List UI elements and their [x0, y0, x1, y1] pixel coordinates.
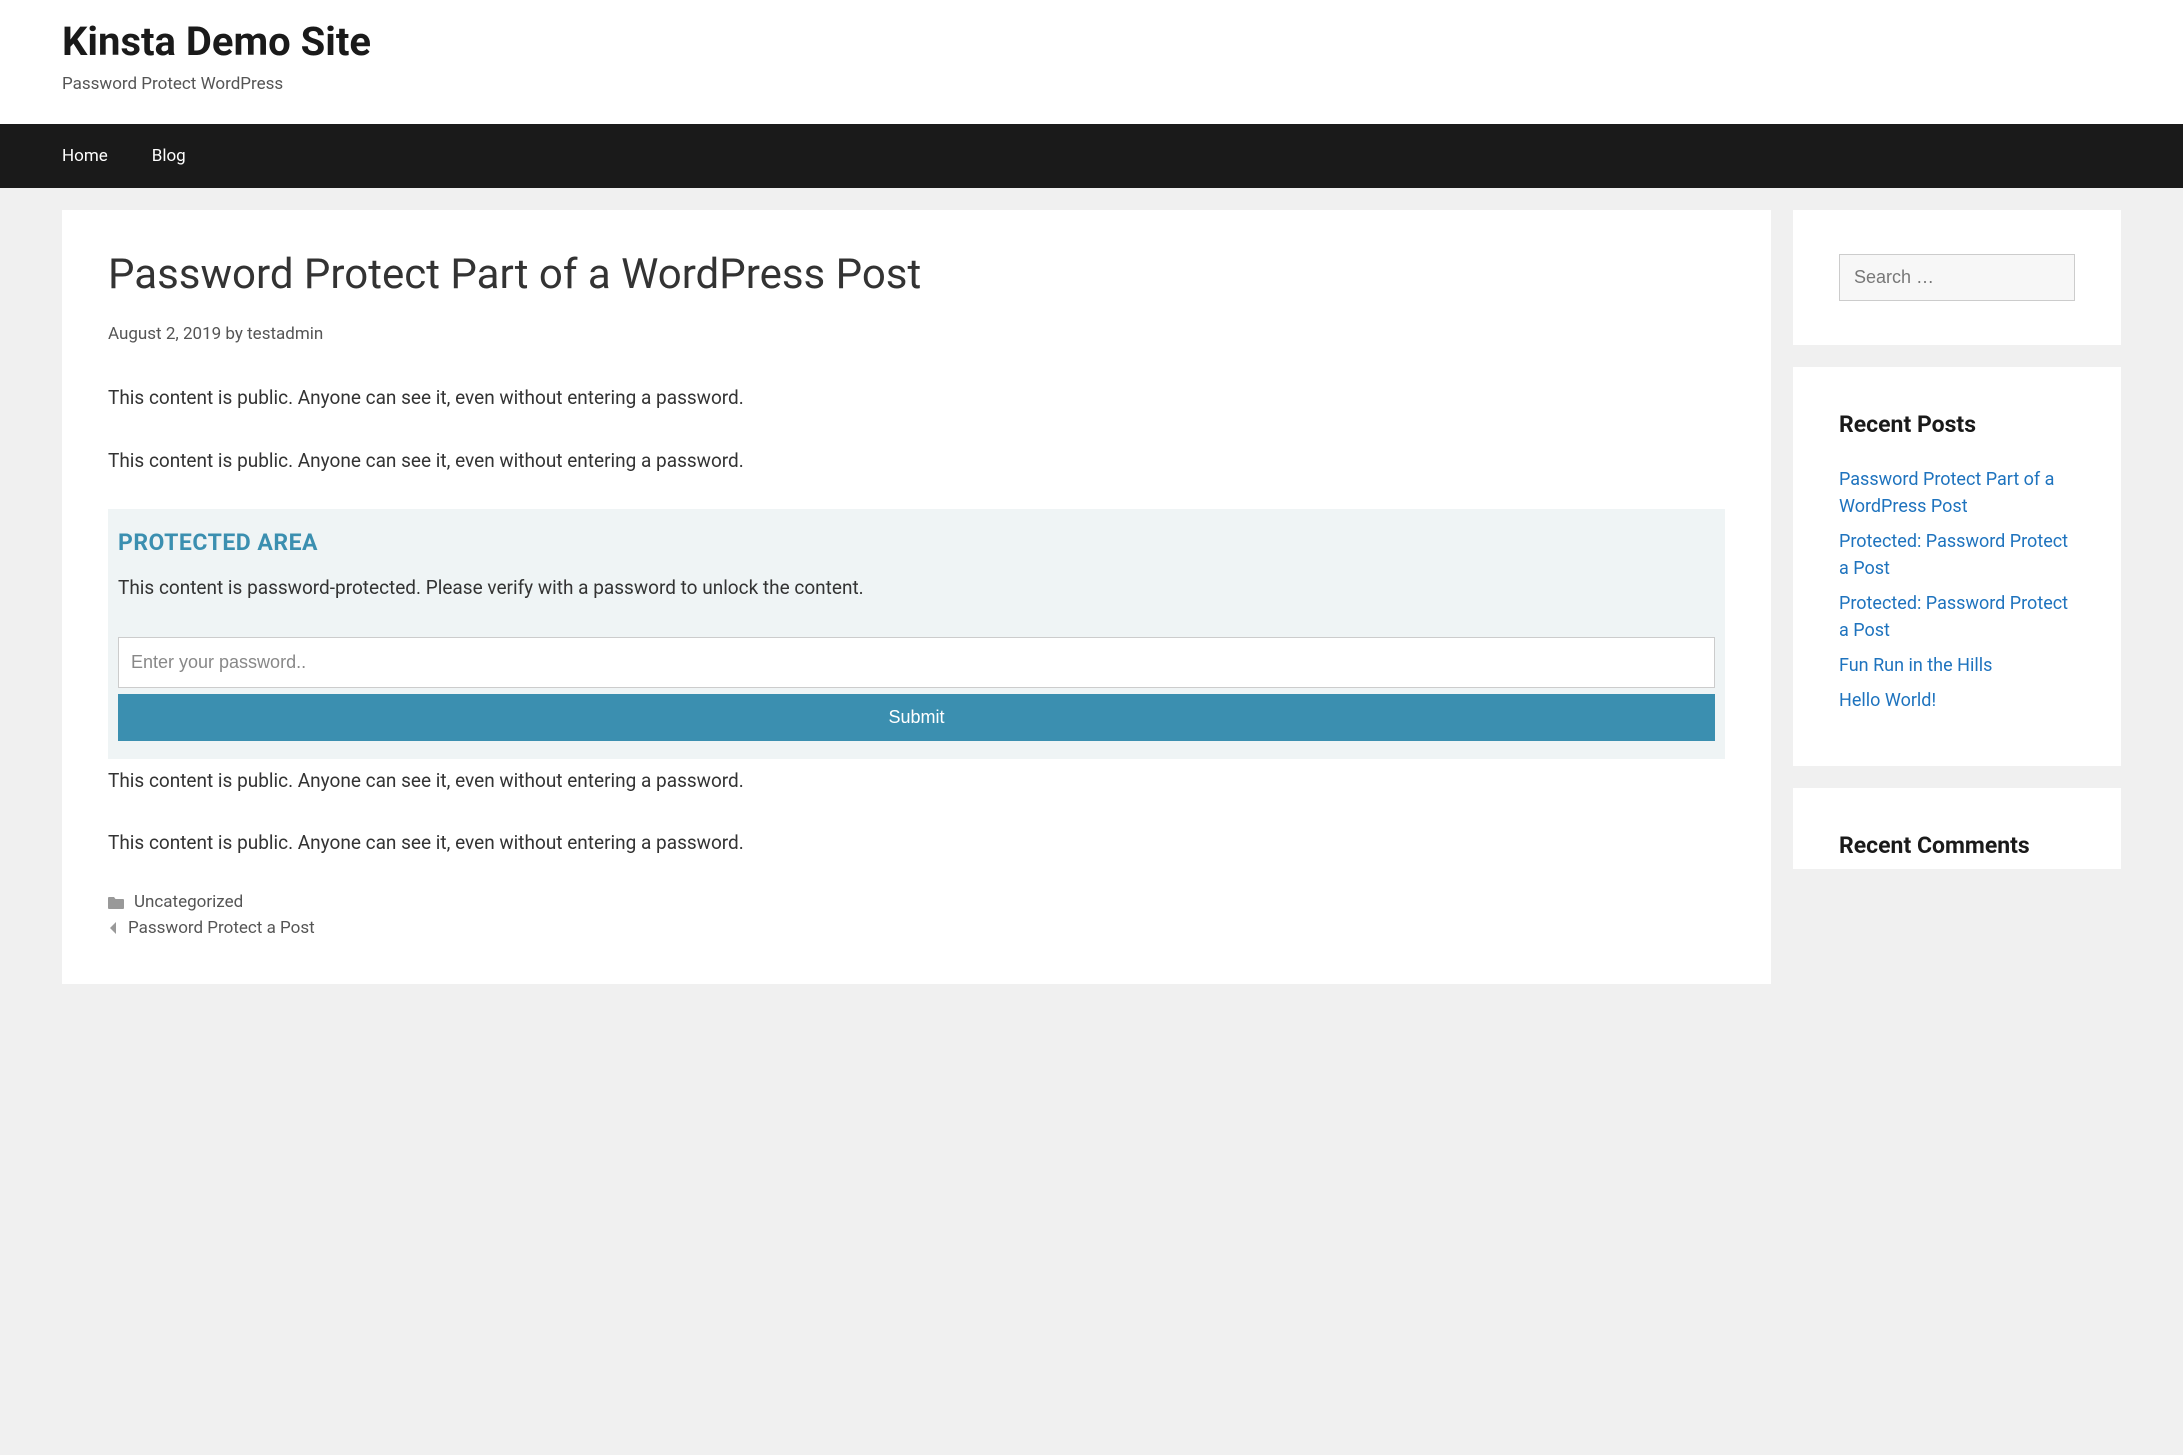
- primary-nav: Home Blog: [0, 124, 2183, 188]
- public-paragraph: This content is public. Anyone can see i…: [108, 384, 1725, 413]
- site-title[interactable]: Kinsta Demo Site: [62, 18, 2121, 66]
- public-paragraph: This content is public. Anyone can see i…: [108, 447, 1725, 476]
- post-author[interactable]: testadmin: [247, 324, 323, 344]
- main-content: Password Protect Part of a WordPress Pos…: [62, 210, 1771, 984]
- site-tagline: Password Protect WordPress: [62, 74, 2121, 94]
- post-meta: August 2, 2019 by testadmin: [108, 324, 1725, 344]
- page-container: Password Protect Part of a WordPress Pos…: [0, 188, 2183, 1006]
- protected-heading: PROTECTED AREA: [118, 529, 1715, 556]
- post-title: Password Protect Part of a WordPress Pos…: [108, 250, 1725, 300]
- recent-post-link[interactable]: Password Protect Part of a WordPress Pos…: [1839, 469, 2054, 517]
- search-input[interactable]: [1839, 254, 2075, 301]
- chevron-left-icon: [108, 921, 118, 935]
- entry-footer: Uncategorized Password Protect a Post: [108, 892, 1725, 938]
- post-date: August 2, 2019: [108, 324, 221, 344]
- protected-area: PROTECTED AREA This content is password-…: [108, 509, 1725, 759]
- recent-comments-title: Recent Comments: [1839, 832, 2075, 859]
- nav-item-blog[interactable]: Blog: [152, 146, 186, 166]
- category-link[interactable]: Uncategorized: [134, 892, 243, 912]
- recent-posts-title: Recent Posts: [1839, 411, 2075, 438]
- sidebar: Recent Posts Password Protect Part of a …: [1793, 210, 2121, 984]
- recent-comments-widget: Recent Comments: [1793, 788, 2121, 869]
- recent-post-link[interactable]: Protected: Password Protect a Post: [1839, 531, 2068, 579]
- protected-message: This content is password-protected. Plea…: [118, 574, 1715, 603]
- folder-icon: [108, 895, 124, 909]
- nav-item-home[interactable]: Home: [62, 146, 108, 166]
- public-paragraph: This content is public. Anyone can see i…: [108, 767, 1725, 796]
- recent-post-link[interactable]: Protected: Password Protect a Post: [1839, 593, 2068, 641]
- site-header: Kinsta Demo Site Password Protect WordPr…: [0, 0, 2183, 124]
- by-label: by: [225, 324, 243, 344]
- submit-button[interactable]: Submit: [118, 694, 1715, 741]
- post-content: This content is public. Anyone can see i…: [108, 384, 1725, 858]
- prev-post-link[interactable]: Password Protect a Post: [128, 918, 315, 938]
- search-widget: [1793, 210, 2121, 345]
- password-input[interactable]: [118, 637, 1715, 688]
- recent-post-link[interactable]: Hello World!: [1839, 690, 1936, 711]
- public-paragraph: This content is public. Anyone can see i…: [108, 829, 1725, 858]
- recent-posts-widget: Recent Posts Password Protect Part of a …: [1793, 367, 2121, 766]
- recent-post-link[interactable]: Fun Run in the Hills: [1839, 655, 1992, 676]
